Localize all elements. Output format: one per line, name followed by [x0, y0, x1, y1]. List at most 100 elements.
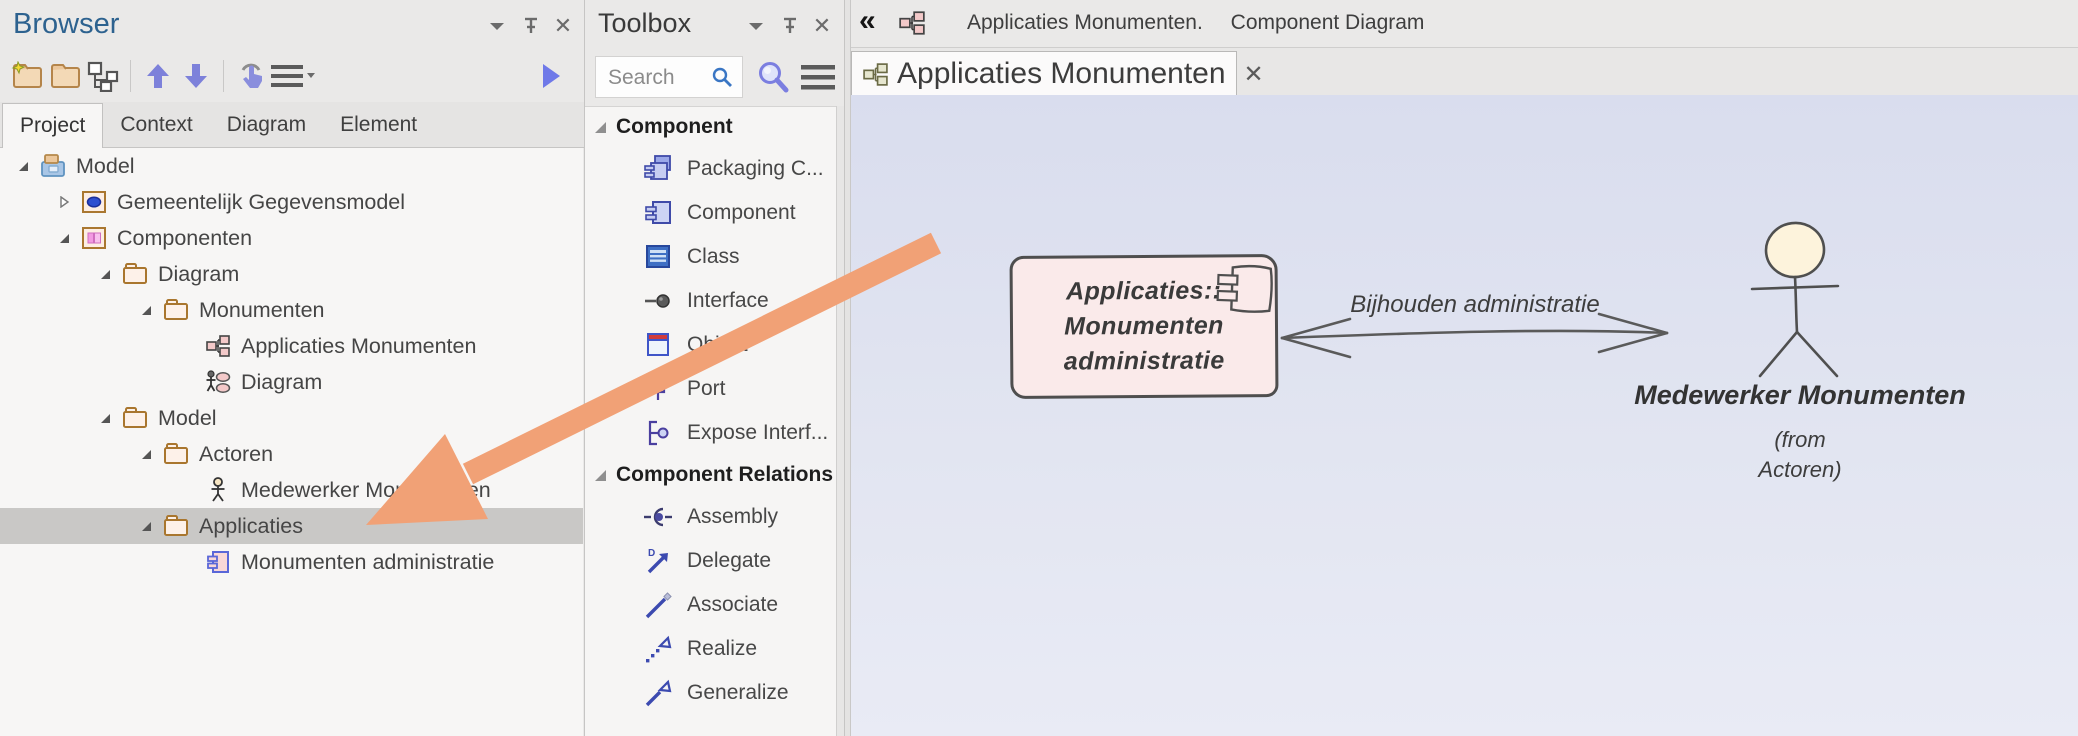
- tool-expose-interface[interactable]: Expose Interf...: [585, 411, 837, 455]
- diagram-workspace: « Applicaties Monumenten. Component Diag…: [851, 0, 2078, 736]
- tool-associate[interactable]: Associate: [585, 583, 837, 627]
- realize-icon: [643, 634, 673, 664]
- tab-project[interactable]: Project: [2, 103, 103, 148]
- expand-triangle-icon[interactable]: [59, 233, 81, 244]
- section-expand-triangle-icon[interactable]: [594, 121, 616, 134]
- tool-delegate[interactable]: D Delegate: [585, 539, 837, 583]
- tool-generalize[interactable]: Generalize: [585, 671, 837, 715]
- folder-icon: [163, 441, 189, 467]
- move-down-button[interactable]: [177, 57, 215, 95]
- tool-component[interactable]: Component: [585, 191, 837, 235]
- document-tab-bar: Applicaties Monumenten ✕: [851, 48, 2078, 96]
- packaging-component-icon: [643, 154, 673, 184]
- browser-pin-icon[interactable]: [518, 14, 544, 38]
- folder-icon: [122, 405, 148, 431]
- browser-panel: Browser ✕: [0, 0, 585, 736]
- tool-object[interactable]: Object: [585, 323, 837, 367]
- tab-applicaties-monumenten[interactable]: Applicaties Monumenten ✕: [851, 51, 1237, 96]
- tab-context[interactable]: Context: [103, 103, 209, 147]
- diagram-canvas[interactable]: Applicaties:: Monumenten administratie: [851, 95, 2078, 736]
- component-icon: [205, 549, 231, 575]
- search-box[interactable]: [595, 56, 743, 98]
- folder-button[interactable]: [46, 57, 84, 95]
- browser-menu-chevron-icon[interactable]: [484, 14, 510, 38]
- tree-item-gemeentelijk-gegevensmodel[interactable]: Gemeentelijk Gegevensmodel: [0, 184, 583, 220]
- tree-item-actoren-folder[interactable]: Actoren: [0, 436, 583, 472]
- expand-triangle-icon[interactable]: [100, 413, 122, 424]
- expand-triangle-icon[interactable]: [141, 521, 163, 532]
- svg-text:D: D: [648, 548, 655, 559]
- browser-close-icon[interactable]: ✕: [550, 14, 576, 38]
- toolbox-hamburger-menu-icon[interactable]: [801, 64, 837, 92]
- tree-item-monumenten-folder[interactable]: Monumenten: [0, 292, 583, 328]
- tree-item-applicaties[interactable]: Applicaties: [0, 508, 583, 544]
- tab-close-icon[interactable]: ✕: [1244, 60, 1264, 89]
- tool-packaging-component[interactable]: Packaging C...: [585, 147, 837, 191]
- delegate-icon: D: [643, 546, 673, 576]
- usecase-diagram-icon: [205, 369, 231, 395]
- toolbox-scrollbar[interactable]: [836, 106, 844, 736]
- hand-pointer-icon[interactable]: [232, 57, 270, 95]
- tab-element[interactable]: Element: [323, 103, 434, 147]
- toolbox-panel: Toolbox ✕: [585, 0, 845, 736]
- connector-label[interactable]: Bijhouden administratie: [1325, 291, 1625, 319]
- view-icon: [81, 225, 107, 251]
- component-diagram-tab-icon: [862, 61, 889, 88]
- tool-class[interactable]: Class: [585, 235, 837, 279]
- actor-from-label-line1: (from: [1620, 427, 1980, 453]
- breadcrumb-diagram-name[interactable]: Applicaties Monumenten.: [967, 11, 1203, 34]
- component-icon: [643, 198, 673, 228]
- collapse-panel-chevron[interactable]: «: [859, 4, 876, 38]
- tool-port[interactable]: Port: [585, 367, 837, 411]
- play-button[interactable]: [532, 57, 570, 95]
- hamburger-menu-button[interactable]: [270, 57, 316, 95]
- enterprise-architect-window: Browser ✕: [0, 0, 2078, 736]
- tab-title: Applicaties Monumenten: [897, 57, 1226, 91]
- tab-diagram[interactable]: Diagram: [210, 103, 323, 147]
- expand-triangle-icon[interactable]: [18, 161, 40, 172]
- toolbox-pin-icon[interactable]: [777, 14, 803, 38]
- toolbox-section-component[interactable]: Component: [585, 107, 837, 147]
- toolbox-search-bar: [585, 50, 844, 107]
- actor-name-label[interactable]: Medewerker Monumenten: [1620, 380, 1980, 411]
- actor-element-medewerker-monumenten[interactable]: [1752, 220, 1838, 376]
- new-model-button[interactable]: [8, 57, 46, 95]
- toolbox-menu-chevron-icon[interactable]: [743, 14, 769, 38]
- expand-triangle-icon[interactable]: [141, 449, 163, 460]
- section-expand-triangle-icon[interactable]: [594, 469, 616, 482]
- tree-item-model-folder[interactable]: Model: [0, 400, 583, 436]
- browser-panel-header: Browser ✕: [0, 0, 584, 50]
- toolbox-close-icon[interactable]: ✕: [809, 14, 835, 38]
- collapse-triangle-icon[interactable]: [59, 196, 81, 208]
- expose-interface-icon: [643, 418, 673, 448]
- tool-assembly[interactable]: Assembly: [585, 495, 837, 539]
- interface-icon: [643, 286, 673, 316]
- tree-item-medewerker-monumenten[interactable]: Medewerker Monumenten: [0, 472, 583, 508]
- folder-icon: [122, 261, 148, 287]
- tool-realize[interactable]: Realize: [585, 627, 837, 671]
- actor-from-label-line2: Actoren): [1620, 457, 1980, 483]
- tool-interface[interactable]: Interface: [585, 279, 837, 323]
- toolbox-section-component-relations[interactable]: Component Relations: [585, 455, 837, 495]
- find-toolbox-item-icon[interactable]: [757, 60, 791, 96]
- expand-triangle-icon[interactable]: [100, 269, 122, 280]
- expand-triangle-icon[interactable]: [141, 305, 163, 316]
- tree-item-componenten[interactable]: Componenten: [0, 220, 583, 256]
- toolbox-panel-title: Toolbox: [598, 8, 691, 39]
- move-up-button[interactable]: [139, 57, 177, 95]
- connector-bijhouden-administratie[interactable]: [1282, 314, 1667, 357]
- hierarchy-icon[interactable]: [84, 57, 122, 95]
- diagram-breadcrumb-bar: « Applicaties Monumenten. Component Diag…: [851, 0, 2078, 48]
- object-model-icon: [81, 189, 107, 215]
- tree-item-diagram-usecase[interactable]: Diagram: [0, 364, 583, 400]
- tree-item-monumenten-administratie[interactable]: Monumenten administratie: [0, 544, 583, 580]
- class-icon: [643, 242, 673, 272]
- toolbar-separator: [130, 60, 131, 92]
- breadcrumb-diagram-type: Component Diagram: [1231, 11, 1425, 34]
- search-input[interactable]: [606, 62, 710, 94]
- tree-item-model[interactable]: Model: [0, 148, 583, 184]
- breadcrumb: Applicaties Monumenten. Component Diagra…: [967, 11, 1424, 35]
- tree-item-diagram-folder[interactable]: Diagram: [0, 256, 583, 292]
- search-icon[interactable]: [711, 66, 735, 90]
- tree-item-applicaties-monumenten[interactable]: Applicaties Monumenten: [0, 328, 583, 364]
